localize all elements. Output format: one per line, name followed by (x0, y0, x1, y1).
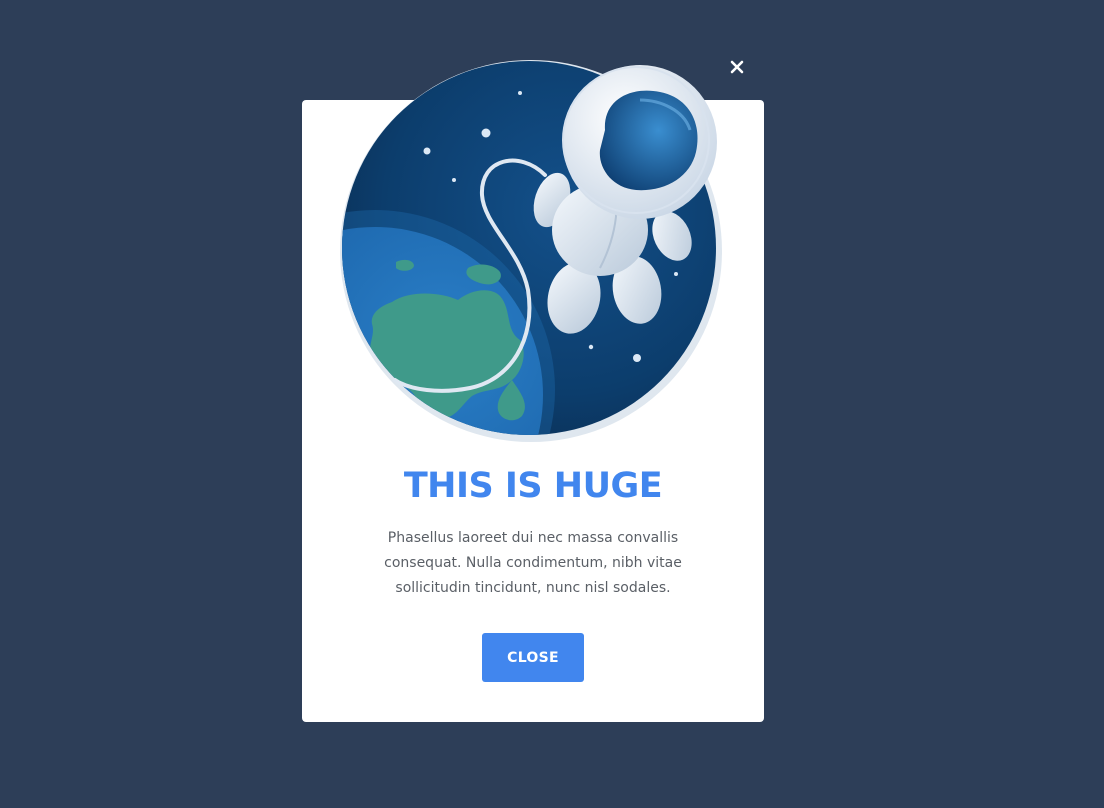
page-backdrop[interactable]: THIS IS HUGE Phasellus laoreet dui nec m… (0, 0, 1104, 808)
modal-body-text: Phasellus laoreet dui nec massa convalli… (384, 530, 682, 596)
astronaut-earth-illustration (340, 60, 722, 442)
modal-title: THIS IS HUGE (403, 466, 663, 506)
close-button[interactable]: CLOSE (482, 633, 584, 682)
close-x-glyph (730, 60, 744, 74)
close-icon[interactable] (724, 54, 750, 80)
